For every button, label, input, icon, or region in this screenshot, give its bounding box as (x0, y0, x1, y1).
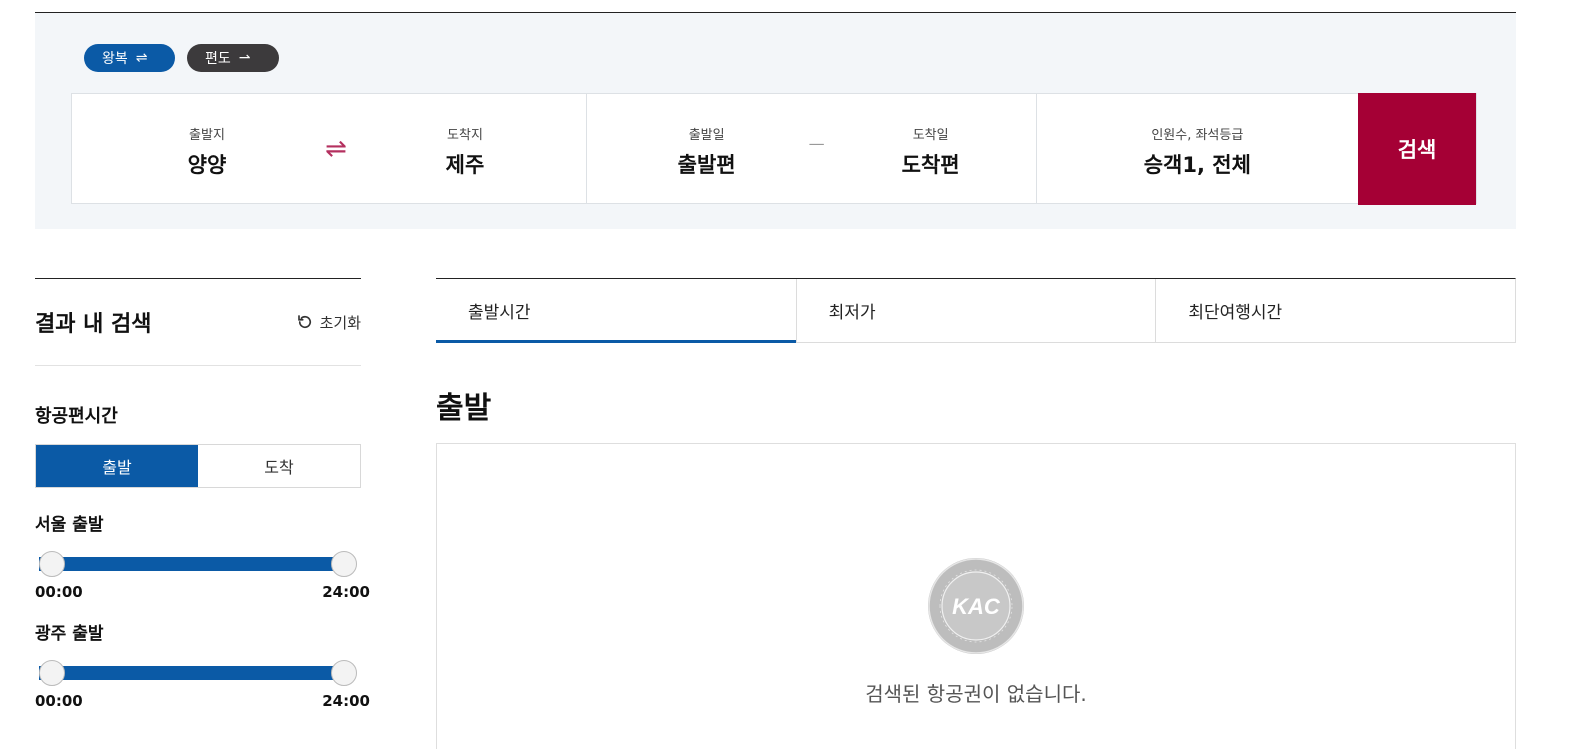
route-segment: 출발지 양양 ⇌ 도착지 제주 (72, 94, 587, 203)
slider-title: 서울 출발 (35, 515, 104, 535)
destination-field[interactable]: 도착지 제주 (365, 124, 565, 179)
one-way-button[interactable]: 편도 ⇀ (187, 44, 279, 72)
section-title: 출발 (436, 391, 492, 426)
round-trip-button[interactable]: 왕복 ⇌ (84, 44, 175, 72)
depart-arrive-toggle: 출발 도착 (35, 444, 361, 488)
toggle-arrive[interactable]: 도착 (198, 445, 360, 487)
reset-button[interactable]: 초기화 (296, 312, 361, 333)
slider-track (39, 666, 353, 680)
search-bar: 출발지 양양 ⇌ 도착지 제주 출발일 출발편 — 도착일 도착편 인원수, 좌… (71, 93, 1477, 205)
results-panel: KAC 검색된 항공권이 없습니다. (436, 443, 1516, 749)
round-trip-icon: ⇌ (135, 50, 148, 66)
time-range-slider[interactable] (35, 549, 357, 579)
slider-title: 광주 출발 (35, 624, 104, 644)
tab-departure-time[interactable]: 출발시간 (436, 279, 796, 343)
slider-labels: 00:00 24:00 (35, 692, 370, 710)
slider-labels: 00:00 24:00 (35, 583, 370, 601)
return-date-field[interactable]: 도착일 도착편 (831, 124, 1031, 179)
depart-date-field[interactable]: 출발일 출발편 (607, 124, 807, 179)
toggle-depart[interactable]: 출발 (36, 445, 198, 487)
date-separator: — (808, 134, 825, 153)
svg-text:KAC: KAC (952, 594, 1001, 619)
slider-max-handle[interactable] (331, 551, 357, 577)
refresh-icon (297, 315, 311, 329)
origin-field[interactable]: 출발지 양양 (107, 124, 307, 179)
passenger-value: 승객1, 전체 (1143, 153, 1251, 177)
passenger-segment: 인원수, 좌석등급 승객1, 전체 (1037, 94, 1358, 203)
passenger-field[interactable]: 인원수, 좌석등급 승객1, 전체 (1097, 124, 1297, 179)
sidebar-title: 결과 내 검색 (35, 312, 152, 337)
tab-shortest-duration[interactable]: 최단여행시간 (1155, 279, 1515, 342)
empty-results-message: 검색된 항공권이 없습니다. (865, 682, 1087, 706)
one-way-icon: ⇀ (238, 50, 251, 66)
depart-date-value: 출발편 (677, 153, 736, 177)
search-panel: 왕복 ⇌ 편도 ⇀ 출발지 양양 ⇌ 도착지 제주 출발일 출발편 — 도착일 … (35, 13, 1516, 229)
slider-max-handle[interactable] (331, 660, 357, 686)
dates-segment: 출발일 출발편 — 도착일 도착편 (587, 94, 1038, 203)
flight-time-title: 항공편시간 (35, 406, 118, 427)
trip-type-toggle: 왕복 ⇌ 편도 ⇀ (84, 44, 279, 72)
slider-track (39, 557, 353, 571)
time-range-slider[interactable] (35, 658, 357, 688)
return-date-value: 도착편 (901, 153, 960, 177)
kac-logo: KAC (928, 558, 1024, 654)
filter-sidebar: 결과 내 검색 초기화 항공편시간 출발 도착 서울 출발 00:00 24:0… (35, 278, 370, 710)
destination-value: 제주 (445, 153, 485, 177)
slider-min-handle[interactable] (39, 660, 65, 686)
search-button[interactable]: 검색 (1358, 93, 1476, 205)
slider-min-handle[interactable] (39, 551, 65, 577)
tab-lowest-price[interactable]: 최저가 (795, 279, 1156, 342)
sort-tabs: 출발시간 최저가 최단여행시간 (436, 278, 1516, 343)
swap-route-icon[interactable]: ⇌ (325, 134, 347, 164)
origin-value: 양양 (187, 153, 227, 177)
sidebar-header: 결과 내 검색 초기화 (35, 279, 361, 366)
